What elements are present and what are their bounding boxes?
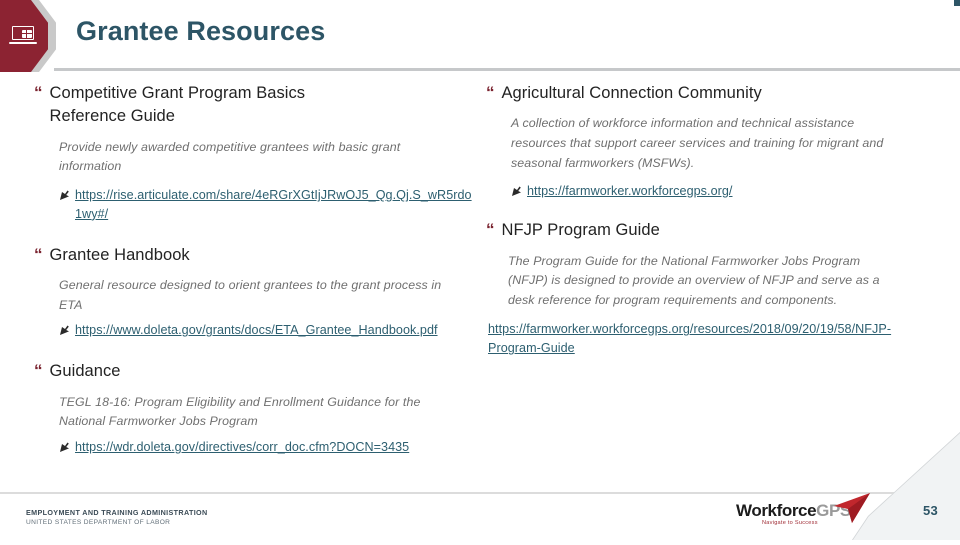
resource-heading: Guidance [49,362,121,381]
quote-bullet-icon: “ [34,83,43,102]
quote-bullet-icon: “ [486,220,495,240]
resource-link[interactable]: https://farmworker.workforcegps.org/ [527,182,732,201]
resource-heading: Competitive Grant Program Basics Referen… [49,84,306,126]
resource-heading: Grantee Handbook [49,245,190,264]
resource-link[interactable]: https://farmworker.workforcegps.org/reso… [488,320,892,358]
resource-link-row[interactable]: https://wdr.doleta.gov/directives/corr_d… [59,438,489,457]
agency-name: EMPLOYMENT AND TRAINING ADMINISTRATION [26,508,208,518]
resource-heading-row: “ Agricultural Connection Community [486,82,916,105]
left-column: “ Competitive Grant Program Basics Refer… [34,82,489,457]
resource-description: The Program Guide for the National Farmw… [508,253,880,307]
right-column: “ Agricultural Connection Community A co… [486,82,916,359]
slide: Grantee Resources “ Competitive Grant Pr… [0,0,960,540]
resource-heading: Agricultural Connection Community [501,84,762,102]
dol-logo: EMPLOYMENT AND TRAINING ADMINISTRATION U… [26,508,208,528]
page-title: Grantee Resources [76,16,326,46]
resource-heading-row: “ Competitive Grant Program Basics Refer… [34,82,489,129]
resource-description: TEGL 18-16: Program Eligibility and Enro… [59,394,421,429]
resource-link-row[interactable]: https://www.doleta.gov/grants/docs/ETA_G… [59,321,489,340]
header-banner [0,0,56,72]
corner-tick-marker [954,0,960,6]
resource-heading-row: “ Grantee Handbook [34,244,489,267]
resource-link-row[interactable]: https://farmworker.workforcegps.org/ [511,182,916,201]
globe-icon [22,30,32,38]
arrow-pointer-icon [59,324,70,337]
department-name: UNITED STATES DEPARTMENT OF LABOR [26,519,171,527]
resource-link[interactable]: https://www.doleta.gov/grants/docs/ETA_G… [75,321,438,340]
laptop-globe-icon [9,26,37,46]
resource-item: “ NFJP Program Guide The Program Guide f… [486,219,916,358]
resource-description: Provide newly awarded competitive grante… [59,139,401,174]
quote-bullet-icon: “ [486,83,495,102]
quote-bullet-icon: “ [34,244,43,264]
header-divider [54,68,960,71]
brand-tagline: Navigate to Success [762,520,818,526]
arrow-pointer-icon [59,441,70,454]
resource-link[interactable]: https://rise.articulate.com/share/4eRGrX… [75,186,475,224]
arrow-pointer-icon [511,185,522,198]
workforcegps-logo: WorkforceGPS Navigate to Success [736,492,870,530]
corner-decoration-edge [852,432,960,540]
laptop-base-icon [9,42,37,45]
resource-item: “ Agricultural Connection Community A co… [486,82,916,201]
resource-link[interactable]: https://wdr.doleta.gov/directives/corr_d… [75,438,409,457]
resource-heading: NFJP Program Guide [501,221,660,240]
brand-primary: Workforce [736,501,817,520]
resource-heading-row: “ Guidance [34,360,489,383]
resource-heading-row: “ NFJP Program Guide [486,219,916,242]
laptop-screen-icon [12,26,34,40]
resource-description: A collection of workforce information an… [511,116,884,170]
arrow-pointer-icon [59,189,70,202]
resource-description: General resource designed to orient gran… [59,278,442,312]
resource-item: “ Competitive Grant Program Basics Refer… [34,82,489,224]
page-number: 53 [922,503,938,518]
resource-link-row[interactable]: https://rise.articulate.com/share/4eRGrX… [59,186,489,224]
resource-item: “ Grantee Handbook General resource desi… [34,244,489,341]
quote-bullet-icon: “ [34,361,43,381]
resource-item: “ Guidance TEGL 18-16: Program Eligibili… [34,360,489,457]
